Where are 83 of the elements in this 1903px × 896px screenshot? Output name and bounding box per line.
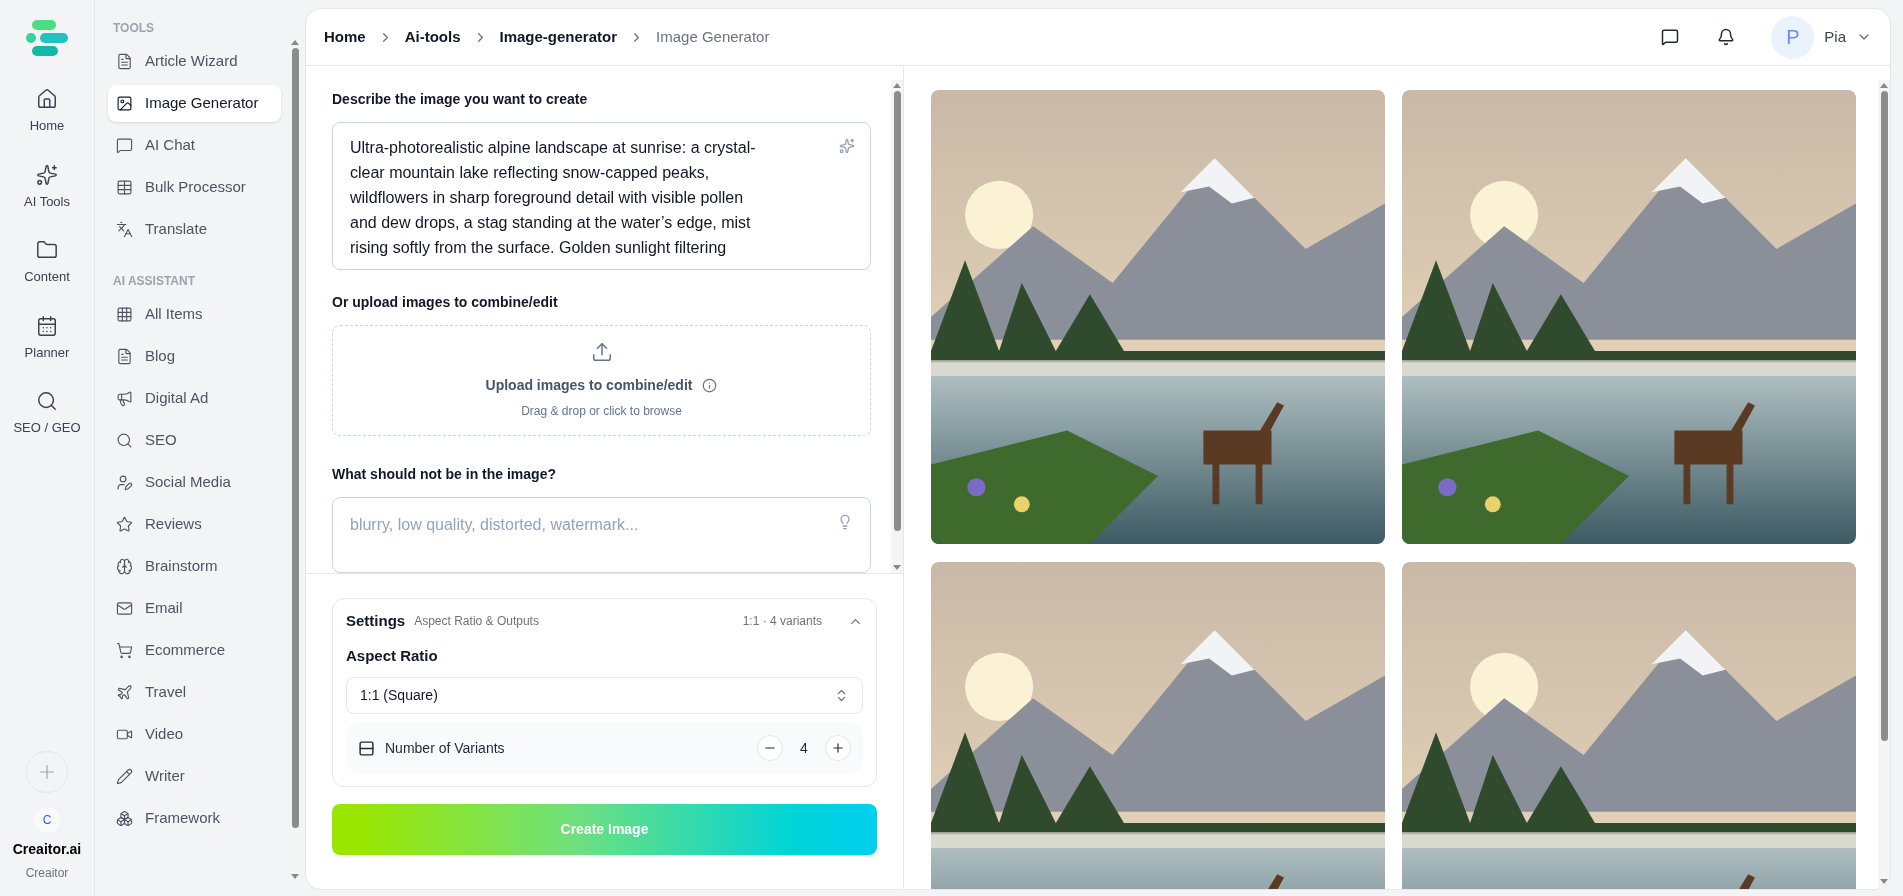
lightbulb-icon [837,514,853,531]
sidebar-item[interactable]: Video [108,716,281,753]
sidebar-item[interactable]: Bulk Processor [108,169,281,206]
sidebar-item[interactable]: Reviews [108,506,281,543]
sidebar-item[interactable]: Framework [108,800,281,837]
variants-count: 4 [799,738,809,758]
folder-icon [36,239,58,261]
sidebar-item[interactable]: Email [108,590,281,627]
aspect-ratio-select[interactable]: 1:1 (Square) [346,677,863,714]
settings-title: Settings [346,611,406,631]
plane-icon [116,684,133,701]
workspace-name: Creaitor.ai [12,840,82,859]
table-icon [116,179,133,196]
breadcrumb-link[interactable]: Image Generator [656,25,770,49]
sidebar-item[interactable]: SEO [108,422,281,459]
chat-icon [116,137,133,154]
increment-button[interactable] [825,735,851,761]
field-label: What should not be in the image? [332,465,557,485]
field-label: Aspect Ratio [346,645,439,666]
breadcrumb-link[interactable]: Image-generator [499,25,618,49]
mail-icon [116,600,133,617]
sidebar-item[interactable]: All Items [108,296,281,333]
section-title: TOOLS [113,20,156,37]
brain-icon [116,558,133,575]
sparkles-icon [36,163,58,186]
negative-prompt-field[interactable]: blurry, low quality, distorted, watermark... [332,497,871,573]
grid-icon [116,306,133,323]
sidebar-item[interactable]: Digital Ad [108,380,281,417]
variants-label: Number of Variants [385,738,505,758]
settings-summary: 1:1 · 4 variants [742,613,822,631]
upload-dropzone[interactable]: Upload images to combine/edit Drag & drop or click to browse [332,324,871,437]
rail-nav-item[interactable]: Home [9,88,85,136]
boxes-icon [116,810,133,827]
sidebar-item[interactable]: Ecommerce [108,632,281,669]
star-icon [116,516,133,533]
breadcrumb-link[interactable]: Home [324,25,366,49]
rail-nav-item[interactable]: SEO / GEO [9,390,85,438]
sidebar-item[interactable]: Image Generator [108,85,281,122]
pencil-icon [116,768,133,785]
home-icon [36,88,58,110]
section-title: AI ASSISTANT [113,273,196,290]
search-icon [36,390,58,412]
prompt-field[interactable]: Ultra-photorealistic alpine landscape at sunrise: a crystal-clear mountain lake reflecting snow-capped peaks, wildflowers in sharp foreground detail with visible pollen and dew drops, a stag standing at the water’s edge, mist rising softly from the surface. Golden sunlight filtering [332,122,871,270]
sidebar-item[interactable]: Blog [108,338,281,375]
rail-nav-item[interactable]: Planner [9,314,85,362]
megaphone-icon [116,390,133,407]
sidebar-item[interactable]: Translate [108,211,281,248]
breadcrumb-link[interactable]: Ai-tools [404,25,461,49]
upload-hint: Drag & drop or click to browse [521,402,682,420]
sidebar-item[interactable]: Travel [108,674,281,711]
rail-nav-item[interactable]: Content [9,239,85,287]
upload-icon [590,340,613,363]
logo-icon[interactable] [24,18,70,58]
rows-icon [358,739,375,757]
user-pen-icon [116,474,133,491]
chat-icon [1661,28,1680,46]
info-icon[interactable] [702,377,718,393]
rail-nav-item[interactable]: AI Tools [9,163,85,211]
settings-subtitle: Aspect Ratio & Outputs [414,613,539,631]
scrollbar[interactable] [1878,80,1890,887]
upload-title: Upload images to combine/edit [485,375,693,395]
cart-icon [116,642,133,659]
sidebar-item[interactable]: Brainstorm [108,548,281,585]
document-icon [116,53,133,70]
image-icon [116,95,133,112]
plus-icon [831,741,845,755]
translate-icon [116,221,133,238]
scrollbar[interactable] [891,80,903,573]
workspace-subtitle: Creaitor [25,865,69,882]
field-label: Describe the image you want to create [332,90,589,109]
bell-icon [1717,28,1736,46]
sidebar-item[interactable]: Article Wizard [108,43,281,80]
sidebar-item[interactable]: Social Media [108,464,281,501]
sparkles-icon[interactable] [839,138,855,154]
field-label: Or upload images to combine/edit [332,292,559,312]
calendar-icon [36,314,58,337]
user-menu-button[interactable]: Pia [1824,25,1872,49]
sidebar-item[interactable]: Writer [108,758,281,795]
search-icon [116,432,133,449]
document-icon [116,348,133,365]
decrement-button[interactable] [757,735,783,761]
sidebar-item[interactable]: AI Chat [108,127,281,164]
workspace-avatar: C [34,807,60,833]
